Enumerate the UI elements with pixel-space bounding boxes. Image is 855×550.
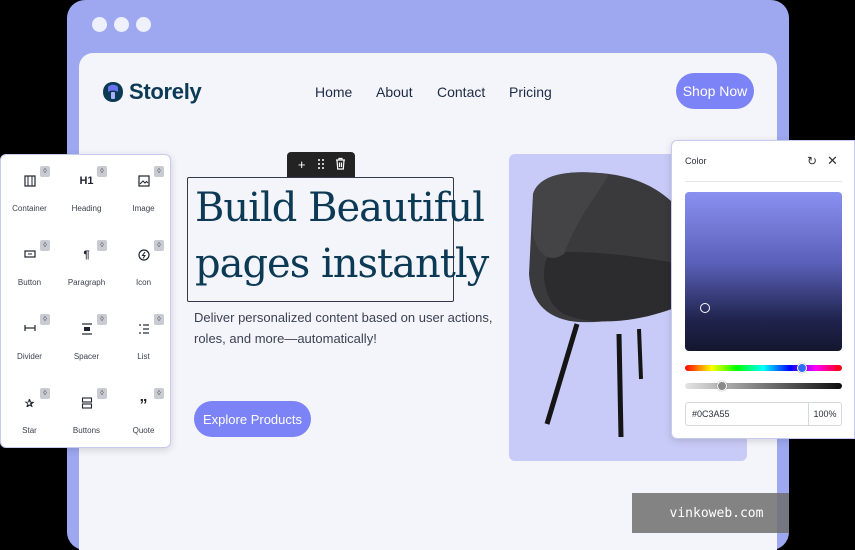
image-icon xyxy=(115,175,172,189)
button-icon xyxy=(1,249,58,263)
explore-products-button[interactable]: Explore Products xyxy=(194,401,311,437)
block-label: Container xyxy=(12,204,47,213)
pro-badge-icon: ◊ xyxy=(97,314,107,325)
block-label: Heading xyxy=(71,204,102,213)
nav-link-home[interactable]: Home xyxy=(315,84,352,100)
block-toolbar: + xyxy=(287,152,355,177)
shop-now-button[interactable]: Shop Now xyxy=(676,73,754,109)
drag-handle-icon[interactable] xyxy=(313,158,329,172)
icon-icon xyxy=(115,249,172,263)
block-label: Buttons xyxy=(72,426,101,435)
pro-badge-icon: ◊ xyxy=(40,240,50,251)
quote-icon: ” xyxy=(139,397,148,414)
block-list[interactable]: List ◊ xyxy=(115,303,172,377)
alpha-slider-thumb[interactable] xyxy=(717,381,727,391)
paragraph-icon: ¶ xyxy=(83,249,90,261)
hex-input[interactable]: #0C3A55 xyxy=(685,402,809,426)
alpha-slider[interactable] xyxy=(685,383,842,389)
window-dot xyxy=(136,17,151,32)
window-dot xyxy=(92,17,107,32)
block-heading[interactable]: H1 Heading ◊ xyxy=(58,155,115,229)
pro-badge-icon: ◊ xyxy=(97,388,107,399)
heading-icon: H1 xyxy=(79,175,94,187)
reset-icon[interactable]: ↻ xyxy=(807,154,817,168)
logo-mark-icon xyxy=(103,82,123,102)
block-label: Paragraph xyxy=(67,278,106,287)
logo-text: Storely xyxy=(129,79,202,104)
opacity-input[interactable]: 100% xyxy=(808,402,842,426)
pro-badge-icon: ◊ xyxy=(40,388,50,399)
nav-link-pricing[interactable]: Pricing xyxy=(509,84,552,100)
pro-badge-icon: ◊ xyxy=(97,166,107,177)
block-paragraph[interactable]: ¶ Paragraph ◊ xyxy=(58,229,115,303)
block-label: Button xyxy=(17,278,42,287)
trash-icon[interactable] xyxy=(332,157,348,172)
pro-badge-icon: ◊ xyxy=(97,240,107,251)
hue-slider[interactable] xyxy=(685,365,842,371)
buttons-icon xyxy=(58,397,115,411)
hue-slider-thumb[interactable] xyxy=(797,363,807,373)
color-cursor[interactable] xyxy=(700,303,710,313)
divider xyxy=(685,181,842,182)
block-container[interactable]: Container ◊ xyxy=(1,155,58,229)
pro-badge-icon: ◊ xyxy=(154,314,164,325)
nav-link-about[interactable]: About xyxy=(376,84,413,100)
watermark: vinkoweb.com xyxy=(632,493,789,533)
star-icon: ✰ xyxy=(24,398,35,410)
color-picker-title: Color xyxy=(685,156,707,166)
pro-badge-icon: ◊ xyxy=(40,166,50,177)
block-quote[interactable]: ” Quote ◊ xyxy=(115,377,172,451)
hero-heading-line: Build Beautiful xyxy=(195,185,485,231)
hero-heading-line: pages instantly xyxy=(195,241,489,287)
hero-heading[interactable]: Build Beautiful pages instantly xyxy=(195,180,495,292)
block-image[interactable]: Image ◊ xyxy=(115,155,172,229)
close-icon[interactable]: ✕ xyxy=(827,153,838,169)
block-star[interactable]: ✰ Star ◊ xyxy=(1,377,58,451)
pro-badge-icon: ◊ xyxy=(154,388,164,399)
container-icon xyxy=(1,175,58,189)
block-divider[interactable]: Divider ◊ xyxy=(1,303,58,377)
block-label: Quote xyxy=(132,426,155,435)
blocks-panel: Container ◊ H1 Heading ◊ Image ◊ Button … xyxy=(0,154,171,448)
block-label: Icon xyxy=(135,278,152,287)
block-label: Image xyxy=(132,204,155,213)
hero-subtext: Deliver personalized content based on us… xyxy=(194,307,494,349)
nav-link-contact[interactable]: Contact xyxy=(437,84,485,100)
divider-icon xyxy=(1,323,58,337)
pro-badge-icon: ◊ xyxy=(154,240,164,251)
color-saturation-area[interactable] xyxy=(685,192,842,351)
pro-badge-icon: ◊ xyxy=(154,166,164,177)
block-button[interactable]: Button ◊ xyxy=(1,229,58,303)
block-spacer[interactable]: Spacer ◊ xyxy=(58,303,115,377)
hero-subtext-line: Deliver personalized content based on us… xyxy=(194,310,493,325)
block-label: List xyxy=(137,352,150,361)
block-icon[interactable]: Icon ◊ xyxy=(115,229,172,303)
spacer-icon xyxy=(58,323,115,337)
color-picker-panel: Color ↻ ✕ #0C3A55 100% xyxy=(671,140,855,439)
site-logo[interactable]: Storely xyxy=(101,79,202,105)
pro-badge-icon: ◊ xyxy=(40,314,50,325)
hero-subtext-line: roles, and more—automatically! xyxy=(194,331,377,346)
add-block-icon[interactable]: + xyxy=(294,158,310,171)
list-icon xyxy=(115,323,172,337)
window-dot xyxy=(114,17,129,32)
block-label: Divider xyxy=(17,352,42,361)
block-buttons[interactable]: Buttons ◊ xyxy=(58,377,115,451)
block-label: Spacer xyxy=(73,352,100,361)
block-label: Star xyxy=(22,426,37,435)
